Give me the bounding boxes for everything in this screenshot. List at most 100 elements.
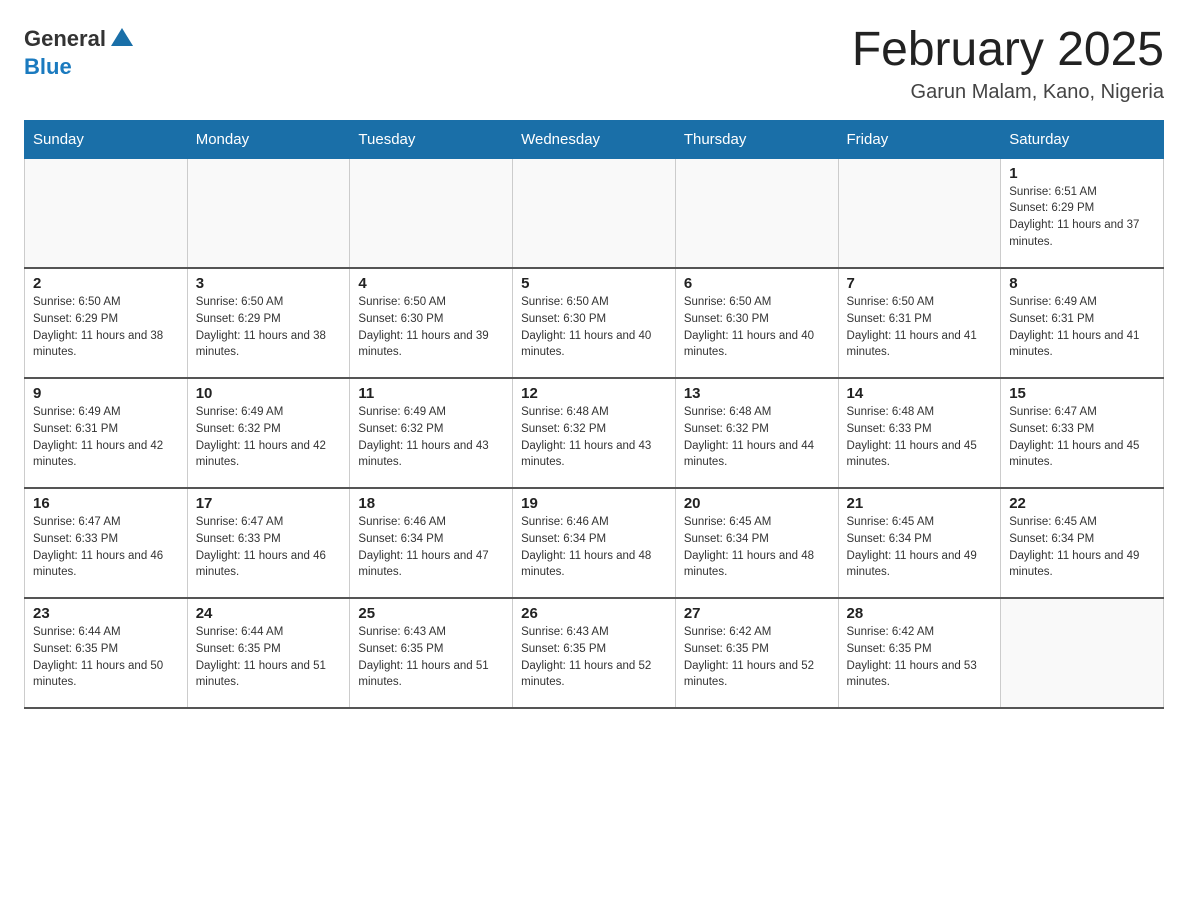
calendar-cell bbox=[187, 158, 350, 268]
day-info: Sunrise: 6:45 AMSunset: 6:34 PMDaylight:… bbox=[1009, 514, 1155, 581]
header-thursday: Thursday bbox=[675, 120, 838, 158]
calendar-cell: 1Sunrise: 6:51 AMSunset: 6:29 PMDaylight… bbox=[1001, 158, 1164, 268]
calendar-week-row: 23 Sunrise: 6:44 AMSunset: 6:35 PMDayligh… bbox=[25, 598, 1164, 708]
day-number: 10 bbox=[196, 385, 342, 402]
day-number: 14 bbox=[847, 385, 993, 402]
calendar-cell: 21 Sunrise: 6:45 AMSunset: 6:34 PMDayligh… bbox=[838, 488, 1001, 598]
day-number: 13 bbox=[684, 385, 830, 402]
calendar-cell: 2Sunrise: 6:50 AMSunset: 6:29 PMDaylight… bbox=[25, 268, 188, 378]
logo-flag-icon bbox=[107, 24, 137, 54]
day-number: 28 bbox=[847, 605, 993, 622]
day-number: 4 bbox=[358, 275, 504, 292]
day-info: Sunrise: 6:43 AMSunset: 6:35 PMDaylight:… bbox=[521, 624, 667, 691]
day-info: Sunrise: 6:48 AMSunset: 6:33 PMDaylight:… bbox=[847, 404, 993, 471]
day-info: Sunrise: 6:45 AMSunset: 6:34 PMDaylight:… bbox=[847, 514, 993, 581]
calendar-title: February 2025 bbox=[852, 24, 1164, 77]
calendar-cell: 11 Sunrise: 6:49 AMSunset: 6:32 PMDayligh… bbox=[350, 378, 513, 488]
day-number: 3 bbox=[196, 275, 342, 292]
calendar-cell: 22 Sunrise: 6:45 AMSunset: 6:34 PMDayligh… bbox=[1001, 488, 1164, 598]
day-number: 17 bbox=[196, 495, 342, 512]
calendar-cell bbox=[838, 158, 1001, 268]
day-info: Sunrise: 6:50 AMSunset: 6:30 PMDaylight:… bbox=[521, 294, 667, 361]
day-number: 19 bbox=[521, 495, 667, 512]
day-info: Sunrise: 6:46 AMSunset: 6:34 PMDaylight:… bbox=[521, 514, 667, 581]
calendar-cell: 8 Sunrise: 6:49 AMSunset: 6:31 PMDaylight… bbox=[1001, 268, 1164, 378]
calendar-week-row: 2 Sunrise: 6:50 AMSunset: 6:29 PMDaylight… bbox=[25, 268, 1164, 378]
calendar-cell bbox=[513, 158, 676, 268]
calendar-table: Sunday Monday Tuesday Wednesday Thursday… bbox=[24, 120, 1164, 710]
day-number: 11 bbox=[358, 385, 504, 402]
day-info: Sunrise: 6:47 AMSunset: 6:33 PMDaylight:… bbox=[33, 514, 179, 581]
day-info: Sunrise: 6:49 AMSunset: 6:32 PMDaylight:… bbox=[196, 404, 342, 471]
calendar-cell bbox=[675, 158, 838, 268]
day-info: Sunrise: 6:50 AMSunset: 6:30 PMDaylight:… bbox=[358, 294, 504, 361]
day-number: 8 bbox=[1009, 275, 1155, 292]
calendar-week-row: 1Sunrise: 6:51 AMSunset: 6:29 PMDaylight… bbox=[25, 158, 1164, 268]
calendar-cell: 6 Sunrise: 6:50 AMSunset: 6:30 PMDaylight… bbox=[675, 268, 838, 378]
header-wednesday: Wednesday bbox=[513, 120, 676, 158]
day-info: Sunrise: 6:44 AMSunset: 6:35 PMDaylight:… bbox=[33, 624, 179, 691]
day-number: 24 bbox=[196, 605, 342, 622]
calendar-header: Sunday Monday Tuesday Wednesday Thursday… bbox=[25, 120, 1164, 158]
title-block: February 2025 Garun Malam, Kano, Nigeria bbox=[852, 24, 1164, 104]
day-info: Sunrise: 6:49 AMSunset: 6:32 PMDaylight:… bbox=[358, 404, 504, 471]
header-sunday: Sunday bbox=[25, 120, 188, 158]
day-number: 7 bbox=[847, 275, 993, 292]
day-number: 15 bbox=[1009, 385, 1155, 402]
day-number: 21 bbox=[847, 495, 993, 512]
day-info: Sunrise: 6:49 AMSunset: 6:31 PMDaylight:… bbox=[33, 404, 179, 471]
day-info: Sunrise: 6:46 AMSunset: 6:34 PMDaylight:… bbox=[358, 514, 504, 581]
day-info: Sunrise: 6:48 AMSunset: 6:32 PMDaylight:… bbox=[684, 404, 830, 471]
calendar-cell: 4 Sunrise: 6:50 AMSunset: 6:30 PMDaylight… bbox=[350, 268, 513, 378]
header-friday: Friday bbox=[838, 120, 1001, 158]
calendar-cell: 25Sunrise: 6:43 AMSunset: 6:35 PMDayligh… bbox=[350, 598, 513, 708]
calendar-cell: 16 Sunrise: 6:47 AMSunset: 6:33 PMDayligh… bbox=[25, 488, 188, 598]
day-number: 23 bbox=[33, 605, 179, 622]
day-info: Sunrise: 6:50 AMSunset: 6:30 PMDaylight:… bbox=[684, 294, 830, 361]
calendar-cell bbox=[1001, 598, 1164, 708]
calendar-cell: 19 Sunrise: 6:46 AMSunset: 6:34 PMDayligh… bbox=[513, 488, 676, 598]
calendar-cell: 20Sunrise: 6:45 AMSunset: 6:34 PMDayligh… bbox=[675, 488, 838, 598]
day-info: Sunrise: 6:44 AMSunset: 6:35 PMDaylight:… bbox=[196, 624, 342, 691]
day-number: 16 bbox=[33, 495, 179, 512]
calendar-cell: 7 Sunrise: 6:50 AMSunset: 6:31 PMDaylight… bbox=[838, 268, 1001, 378]
day-number: 5 bbox=[521, 275, 667, 292]
day-number: 27 bbox=[684, 605, 830, 622]
calendar-cell: 12 Sunrise: 6:48 AMSunset: 6:32 PMDayligh… bbox=[513, 378, 676, 488]
logo-general-text: General bbox=[24, 26, 106, 52]
logo-blue-text: Blue bbox=[24, 54, 72, 79]
day-number: 9 bbox=[33, 385, 179, 402]
day-info: Sunrise: 6:47 AMSunset: 6:33 PMDaylight:… bbox=[1009, 404, 1155, 471]
calendar-week-row: 16 Sunrise: 6:47 AMSunset: 6:33 PMDayligh… bbox=[25, 488, 1164, 598]
page-header: General Blue February 2025 Garun Malam, … bbox=[24, 24, 1164, 104]
calendar-cell: 28 Sunrise: 6:42 AMSunset: 6:35 PMDayligh… bbox=[838, 598, 1001, 708]
day-number: 25 bbox=[358, 605, 504, 622]
day-number: 12 bbox=[521, 385, 667, 402]
calendar-cell: 17 Sunrise: 6:47 AMSunset: 6:33 PMDayligh… bbox=[187, 488, 350, 598]
logo: General Blue bbox=[24, 24, 138, 80]
day-info: Sunrise: 6:47 AMSunset: 6:33 PMDaylight:… bbox=[196, 514, 342, 581]
day-number: 22 bbox=[1009, 495, 1155, 512]
calendar-cell: 15 Sunrise: 6:47 AMSunset: 6:33 PMDayligh… bbox=[1001, 378, 1164, 488]
day-info: Sunrise: 6:48 AMSunset: 6:32 PMDaylight:… bbox=[521, 404, 667, 471]
day-number: 6 bbox=[684, 275, 830, 292]
calendar-week-row: 9 Sunrise: 6:49 AMSunset: 6:31 PMDaylight… bbox=[25, 378, 1164, 488]
calendar-cell: 10 Sunrise: 6:49 AMSunset: 6:32 PMDayligh… bbox=[187, 378, 350, 488]
calendar-cell bbox=[25, 158, 188, 268]
header-monday: Monday bbox=[187, 120, 350, 158]
day-number: 26 bbox=[521, 605, 667, 622]
calendar-cell: 18Sunrise: 6:46 AMSunset: 6:34 PMDayligh… bbox=[350, 488, 513, 598]
day-info: Sunrise: 6:42 AMSunset: 6:35 PMDaylight:… bbox=[847, 624, 993, 691]
day-info: Sunrise: 6:50 AMSunset: 6:31 PMDaylight:… bbox=[847, 294, 993, 361]
day-info: Sunrise: 6:50 AMSunset: 6:29 PMDaylight:… bbox=[196, 294, 342, 361]
calendar-cell: 14 Sunrise: 6:48 AMSunset: 6:33 PMDayligh… bbox=[838, 378, 1001, 488]
calendar-cell: 27 Sunrise: 6:42 AMSunset: 6:35 PMDayligh… bbox=[675, 598, 838, 708]
day-number: 20 bbox=[684, 495, 830, 512]
day-info: Sunrise: 6:49 AMSunset: 6:31 PMDaylight:… bbox=[1009, 294, 1155, 361]
calendar-cell: 5 Sunrise: 6:50 AMSunset: 6:30 PMDaylight… bbox=[513, 268, 676, 378]
calendar-cell bbox=[350, 158, 513, 268]
calendar-cell: 3 Sunrise: 6:50 AMSunset: 6:29 PMDaylight… bbox=[187, 268, 350, 378]
day-number: 2 bbox=[33, 275, 179, 292]
day-info: Sunrise: 6:42 AMSunset: 6:35 PMDaylight:… bbox=[684, 624, 830, 691]
calendar-cell: 26 Sunrise: 6:43 AMSunset: 6:35 PMDayligh… bbox=[513, 598, 676, 708]
